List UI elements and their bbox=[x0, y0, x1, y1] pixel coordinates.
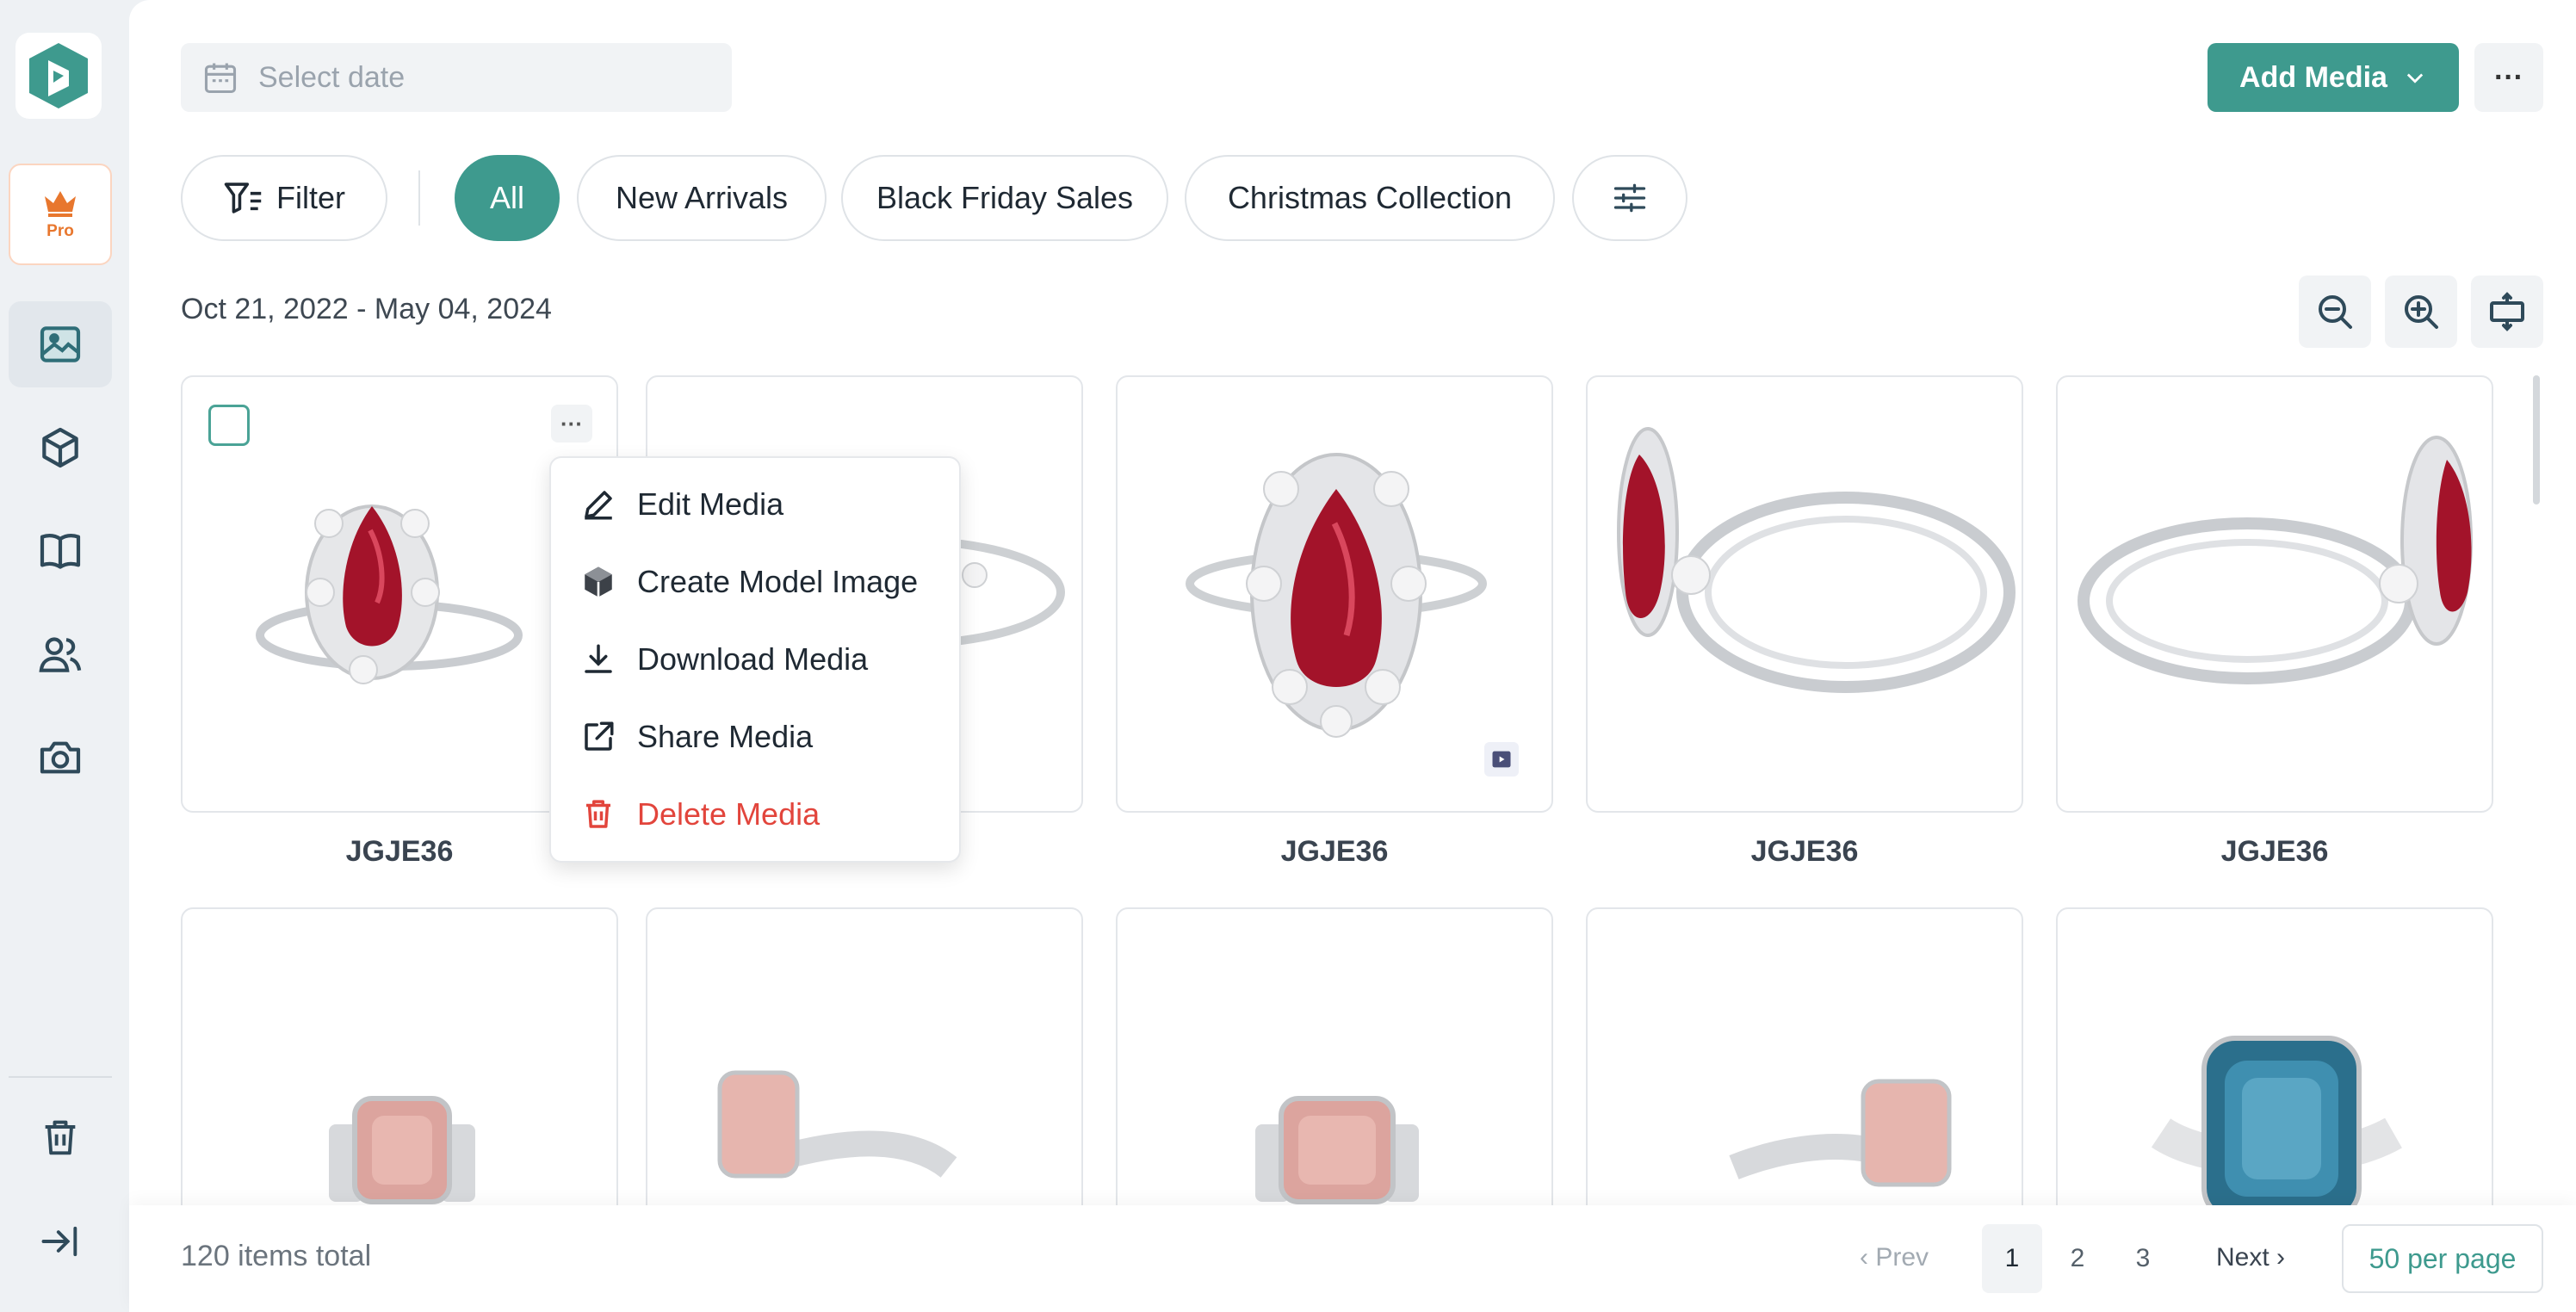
media-card[interactable] bbox=[2056, 375, 2493, 813]
page-1-button[interactable]: 1 bbox=[1982, 1224, 2042, 1293]
main-panel: Select date Add Media ··· Filter All New… bbox=[129, 0, 2576, 1312]
users-icon bbox=[39, 637, 82, 672]
page-2-button[interactable]: 2 bbox=[2047, 1224, 2108, 1293]
chip-divider bbox=[418, 170, 420, 226]
download-icon bbox=[585, 644, 612, 673]
sidebar-item-users[interactable] bbox=[9, 611, 112, 697]
fit-view-button[interactable] bbox=[2471, 275, 2543, 348]
items-total: 120 items total bbox=[181, 1240, 372, 1272]
video-badge-icon bbox=[1484, 742, 1519, 777]
menu-delete-media-label: Delete Media bbox=[637, 796, 820, 832]
add-media-button[interactable]: Add Media bbox=[2208, 43, 2459, 112]
model-icon bbox=[585, 566, 612, 597]
card-title: JGJE36 bbox=[1280, 835, 1389, 868]
zoom-out-icon bbox=[2319, 295, 2352, 329]
card-title: JGJE36 bbox=[2220, 835, 2329, 868]
more-options-button[interactable]: ··· bbox=[2474, 43, 2543, 112]
menu-delete-media[interactable]: Delete Media bbox=[580, 789, 820, 840]
sidebar-item-products[interactable] bbox=[9, 405, 112, 491]
menu-share-media[interactable]: Share Media bbox=[580, 711, 813, 763]
chip-new-arrivals-label: New Arrivals bbox=[615, 180, 789, 215]
fit-screen-icon bbox=[2490, 292, 2524, 331]
card-more-button[interactable]: ··· bbox=[551, 405, 592, 442]
sidebar-collapse[interactable] bbox=[9, 1198, 112, 1284]
sidebar-item-media[interactable] bbox=[9, 301, 112, 387]
collapse-icon bbox=[41, 1226, 77, 1257]
sidebar-divider bbox=[9, 1076, 112, 1078]
media-context-menu: Edit Media Create Model Image Download M… bbox=[549, 456, 961, 863]
date-picker[interactable]: Select date bbox=[181, 43, 732, 112]
sliders-icon bbox=[1613, 183, 1646, 213]
chip-black-friday[interactable]: Black Friday Sales bbox=[841, 155, 1168, 241]
box-icon bbox=[42, 427, 78, 468]
zoom-in-button[interactable] bbox=[2385, 275, 2457, 348]
sidebar: Pro bbox=[0, 0, 129, 1312]
media-card[interactable] bbox=[1116, 375, 1553, 813]
scrollbar[interactable] bbox=[2533, 375, 2540, 504]
menu-download-media-label: Download Media bbox=[637, 641, 869, 677]
share-icon bbox=[585, 721, 614, 751]
pencil-icon bbox=[585, 491, 612, 520]
ring-image bbox=[2078, 436, 2473, 684]
chip-black-friday-label: Black Friday Sales bbox=[876, 180, 1134, 215]
date-range-label: Oct 21, 2022 - May 04, 2024 bbox=[181, 293, 552, 325]
ring-image bbox=[1617, 427, 2016, 693]
menu-edit-media-label: Edit Media bbox=[637, 486, 784, 522]
trash-icon bbox=[45, 1120, 76, 1155]
more-icon: ··· bbox=[2494, 60, 2523, 94]
chip-all-label: All bbox=[489, 180, 524, 215]
zoom-out-button[interactable] bbox=[2299, 275, 2371, 348]
chip-new-arrivals[interactable]: New Arrivals bbox=[577, 155, 827, 241]
sidebar-item-catalogs[interactable] bbox=[9, 508, 112, 594]
camera-icon bbox=[40, 741, 81, 774]
prev-page-button[interactable]: ‹ Prev bbox=[1860, 1243, 1929, 1272]
chip-all[interactable]: All bbox=[455, 155, 560, 241]
filter-button[interactable]: Filter bbox=[181, 155, 387, 241]
app-logo[interactable] bbox=[15, 33, 102, 119]
select-checkbox[interactable] bbox=[208, 405, 250, 446]
filter-label: Filter bbox=[276, 180, 345, 215]
image-icon bbox=[40, 326, 81, 362]
calendar-icon bbox=[204, 63, 237, 94]
menu-download-media[interactable]: Download Media bbox=[580, 634, 868, 685]
pro-label: Pro bbox=[46, 222, 74, 240]
page-3-button[interactable]: 3 bbox=[2113, 1224, 2173, 1293]
per-page-select[interactable]: 50 per page bbox=[2342, 1224, 2543, 1293]
pro-badge[interactable]: Pro bbox=[9, 164, 112, 265]
add-media-label: Add Media bbox=[2239, 60, 2387, 94]
chip-christmas[interactable]: Christmas Collection bbox=[1185, 155, 1555, 241]
sidebar-item-trash[interactable] bbox=[9, 1095, 112, 1181]
zoom-in-icon bbox=[2405, 295, 2438, 329]
menu-create-model-image[interactable]: Create Model Image bbox=[580, 556, 918, 608]
pagination-footer: 120 items total ‹ Prev 1 2 3 Next › 50 p… bbox=[129, 1205, 2576, 1312]
chevron-down-icon bbox=[2406, 73, 2424, 84]
trash-icon bbox=[586, 800, 610, 828]
book-icon bbox=[40, 534, 81, 569]
filter-icon bbox=[224, 183, 262, 214]
menu-create-model-image-label: Create Model Image bbox=[637, 564, 919, 599]
media-card[interactable] bbox=[1586, 375, 2023, 813]
next-page-button[interactable]: Next › bbox=[2216, 1243, 2285, 1272]
menu-edit-media[interactable]: Edit Media bbox=[580, 479, 783, 530]
menu-share-media-label: Share Media bbox=[637, 719, 814, 754]
date-picker-placeholder: Select date bbox=[258, 60, 406, 94]
card-title: JGJE36 bbox=[1750, 835, 1859, 868]
chip-settings-button[interactable] bbox=[1572, 155, 1687, 241]
sidebar-item-camera[interactable] bbox=[9, 715, 112, 801]
chip-christmas-label: Christmas Collection bbox=[1227, 180, 1513, 215]
crown-icon bbox=[45, 191, 76, 217]
